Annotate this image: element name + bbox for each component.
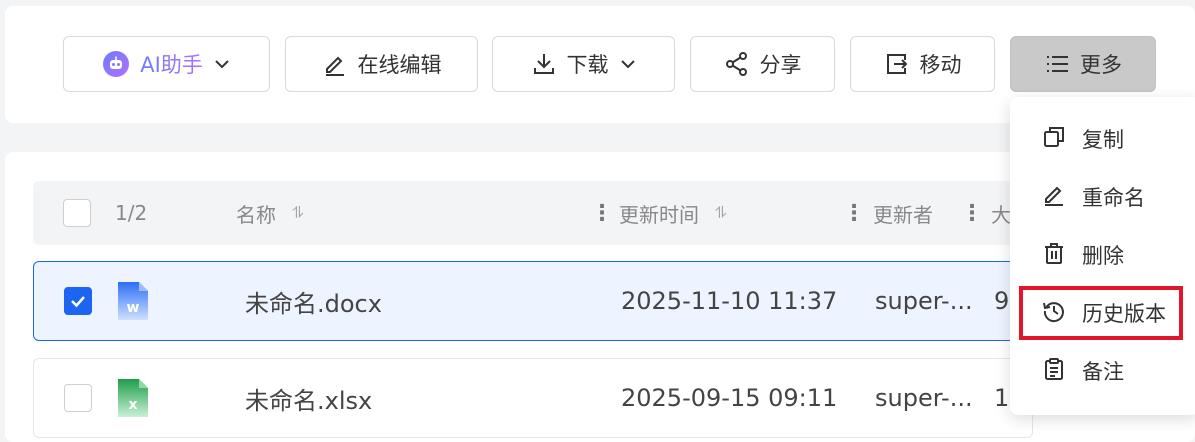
share-button[interactable]: 分享 [690, 36, 835, 92]
word-file-icon: w [118, 262, 148, 340]
ai-assistant-button[interactable]: AI助手 [63, 36, 270, 92]
sort-icon[interactable]: ⥮ [715, 203, 727, 223]
trash-icon [1042, 241, 1066, 270]
move-icon [884, 51, 910, 77]
column-header-name[interactable]: 名称 ⥮ [236, 181, 304, 245]
download-button[interactable]: 下载 [492, 36, 675, 92]
clipboard-icon [1042, 357, 1066, 386]
share-icon [724, 51, 750, 77]
copy-icon [1042, 125, 1066, 154]
more-dropdown-menu: 复制 重命名 删除 历史版本 备注 [1010, 97, 1195, 415]
column-header-size[interactable]: 大 [991, 181, 1011, 245]
file-size: 9 [994, 287, 1010, 315]
online-edit-button[interactable]: 在线编辑 [285, 36, 478, 92]
download-label: 下载 [566, 53, 609, 77]
menu-item-delete[interactable]: 删除 [1010, 230, 1190, 280]
selection-count: 1/2 [115, 201, 148, 225]
updated-time: 2025-11-10 11:37 [621, 287, 838, 315]
sort-icon[interactable]: ⥮ [292, 203, 304, 223]
svg-text:w: w [127, 300, 140, 316]
ai-assistant-label: AI助手 [140, 49, 203, 79]
download-icon [531, 51, 557, 77]
table-row[interactable]: w 未命名.docx 2025-11-10 11:37 super-... 9 [33, 261, 1033, 341]
pencil-icon [322, 51, 348, 77]
move-button[interactable]: 移动 [850, 36, 995, 92]
updated-time: 2025-09-15 09:11 [621, 384, 838, 412]
online-edit-label: 在线编辑 [357, 53, 442, 77]
list-icon [1044, 51, 1070, 77]
column-resize-handle[interactable]: ⋮ [843, 181, 865, 245]
menu-item-label: 删除 [1082, 244, 1124, 268]
column-header-updated-time[interactable]: 更新时间 ⥮ [619, 181, 727, 245]
updater: super-... [875, 384, 973, 412]
file-name[interactable]: 未命名.docx [245, 262, 382, 340]
move-label: 移动 [919, 53, 962, 77]
menu-item-copy[interactable]: 复制 [1010, 114, 1190, 164]
more-button[interactable]: 更多 [1010, 36, 1156, 92]
chevron-down-icon [213, 55, 231, 73]
menu-item-note[interactable]: 备注 [1010, 346, 1190, 396]
row-checkbox[interactable] [64, 359, 92, 437]
pencil-icon [1042, 183, 1066, 212]
more-label: 更多 [1080, 53, 1122, 77]
table-row[interactable]: x 未命名.xlsx 2025-09-15 09:11 super-... 1 [33, 358, 1033, 438]
excel-file-icon: x [118, 359, 148, 437]
chevron-down-icon [619, 55, 637, 73]
select-all-checkbox[interactable] [63, 181, 91, 245]
menu-item-label: 历史版本 [1082, 302, 1166, 326]
updater: super-... [875, 287, 973, 315]
menu-item-label: 重命名 [1082, 186, 1145, 210]
row-checkbox[interactable] [64, 262, 92, 340]
table-header: 1/2 名称 ⥮ ⋮ 更新时间 ⥮ ⋮ 更新者 ⋮ 大 [33, 181, 1033, 245]
menu-item-version-history[interactable]: 历史版本 [1010, 288, 1190, 338]
file-size: 1 [994, 384, 1010, 412]
robot-icon [102, 50, 130, 78]
file-name[interactable]: 未命名.xlsx [245, 359, 372, 437]
column-resize-handle[interactable]: ⋮ [961, 181, 983, 245]
share-label: 分享 [759, 53, 802, 77]
menu-item-label: 复制 [1082, 128, 1124, 152]
column-resize-handle[interactable]: ⋮ [591, 181, 613, 245]
column-header-updater[interactable]: 更新者 [873, 181, 933, 245]
menu-item-label: 备注 [1082, 360, 1124, 384]
history-icon [1042, 299, 1066, 328]
menu-item-rename[interactable]: 重命名 [1010, 172, 1190, 222]
svg-text:x: x [128, 397, 137, 413]
